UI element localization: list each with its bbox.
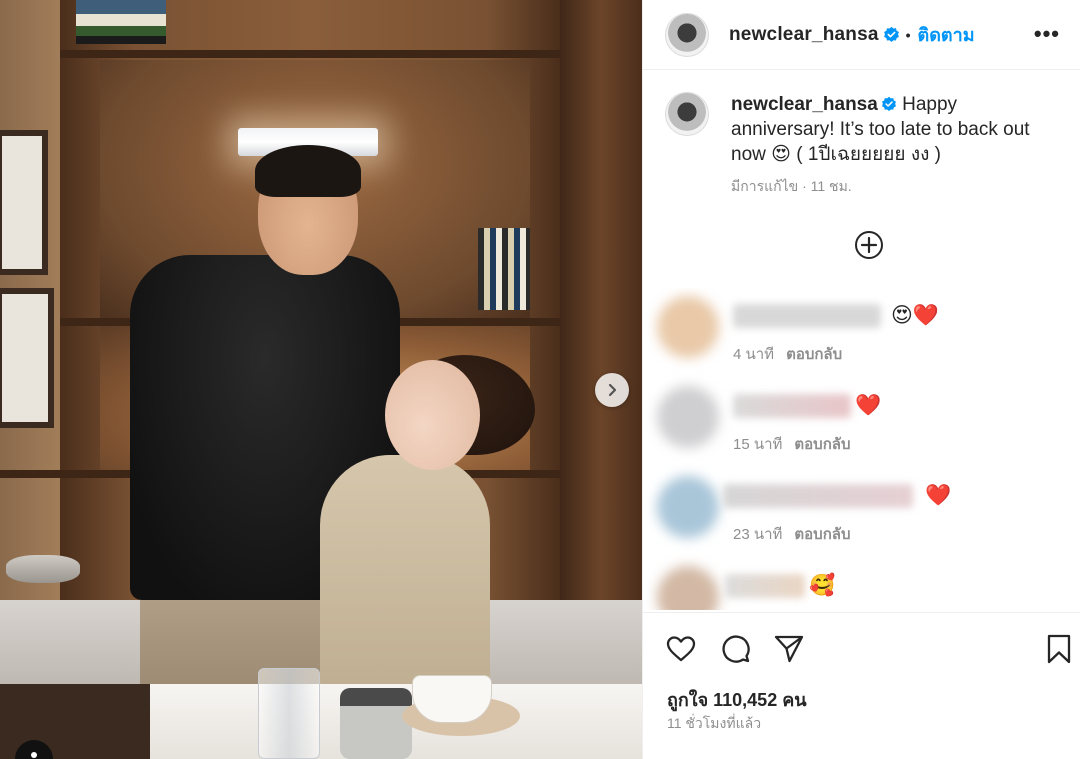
caption-timestamp: มีการแก้ไข · 11 ชม. (731, 178, 852, 194)
likes-count[interactable]: ถูกใจ 110,452 คน (667, 685, 807, 714)
commenter-avatar[interactable] (657, 386, 719, 448)
reply-button[interactable]: ตอบกลับ (794, 526, 850, 543)
post-sidebar: newclear_hansa • ติดตาม ••• newclear_han… (642, 0, 1080, 759)
comment-meta: 4 นาที ตอบกลับ (733, 342, 842, 366)
comment-meta: 23 นาที ตอบกลับ (733, 522, 851, 546)
comment-item: 😍❤️ 4 นาที ตอบกลับ (643, 288, 1080, 368)
avatar[interactable] (665, 12, 709, 57)
wall-panel-right (560, 0, 642, 690)
follow-button[interactable]: ติดตาม (918, 20, 975, 49)
post-photo[interactable] (0, 0, 642, 759)
comment-time: 15 นาที (733, 436, 783, 453)
caption-body: newclear_hansa Happy anniversary! It’s t… (731, 92, 1051, 198)
verified-badge-icon (883, 26, 899, 42)
username-link[interactable]: newclear_hansa (729, 24, 879, 46)
verified-badge-icon (881, 96, 896, 112)
chevron-right-icon (608, 383, 617, 397)
comment-item: ❤️ 15 นาที ตอบกลับ (643, 378, 1080, 458)
shelf-board (60, 50, 560, 58)
plates (6, 555, 80, 583)
heart-icon[interactable] (665, 633, 697, 665)
books (76, 0, 166, 44)
post-header: newclear_hansa • ติดตาม ••• (643, 0, 1080, 70)
wall-frame (0, 288, 54, 428)
caption-text: newclear_hansa Happy anniversary! It’s t… (731, 92, 1051, 167)
caption: newclear_hansa Happy anniversary! It’s t… (643, 70, 1080, 198)
bookmark-icon[interactable] (1043, 633, 1075, 665)
comment-icon[interactable] (719, 633, 751, 665)
tea-cup (412, 675, 492, 723)
woman-dress (320, 455, 490, 690)
woman-face (385, 360, 480, 470)
comment-meta: 15 นาที ตอบกลับ (733, 432, 851, 456)
commenter-name-blurred[interactable] (733, 394, 851, 418)
comment-text: ❤️ (925, 484, 952, 507)
man-hair (255, 145, 361, 197)
avatar[interactable] (665, 92, 709, 136)
comment-item: 🥰 (643, 558, 1080, 610)
commenter-avatar[interactable] (657, 476, 719, 538)
comment-text: ❤️ (855, 394, 882, 417)
reply-button[interactable]: ตอบกลับ (794, 436, 850, 453)
comment-text: 🥰 (809, 574, 836, 597)
commenter-avatar[interactable] (657, 296, 719, 358)
teapot (340, 688, 412, 759)
plus-circle-icon[interactable] (854, 230, 884, 260)
comment-time: 4 นาที (733, 346, 775, 363)
comment-time: 23 นาที (733, 526, 783, 543)
water-glass (258, 668, 320, 759)
post-timestamp: 11 ชั่วโมงที่แล้ว (667, 715, 762, 731)
send-icon[interactable] (773, 633, 805, 665)
comments-list: 😍❤️ 4 นาที ตอบกลับ ❤️ 15 นาที ตอบกลับ ❤️ 2… (643, 288, 1080, 610)
next-photo-button[interactable] (595, 373, 629, 407)
commenter-name-blurred[interactable] (723, 484, 913, 508)
wall-frame (0, 130, 48, 275)
books (478, 228, 530, 310)
comment-item: ❤️ 23 นาที ตอบกลับ (643, 468, 1080, 548)
comment-text: 😍❤️ (891, 304, 940, 327)
commenter-name-blurred[interactable] (733, 304, 881, 328)
commenter-name-blurred[interactable] (725, 574, 805, 598)
reply-button[interactable]: ตอบกลับ (786, 346, 842, 363)
post-actions: ถูกใจ 110,452 คน 11 ชั่วโมงที่แล้ว (643, 612, 1080, 759)
more-options-icon[interactable]: ••• (1034, 23, 1060, 45)
separator-dot: • (905, 26, 911, 43)
commenter-avatar[interactable] (657, 566, 719, 610)
caption-username[interactable]: newclear_hansa (731, 94, 878, 115)
